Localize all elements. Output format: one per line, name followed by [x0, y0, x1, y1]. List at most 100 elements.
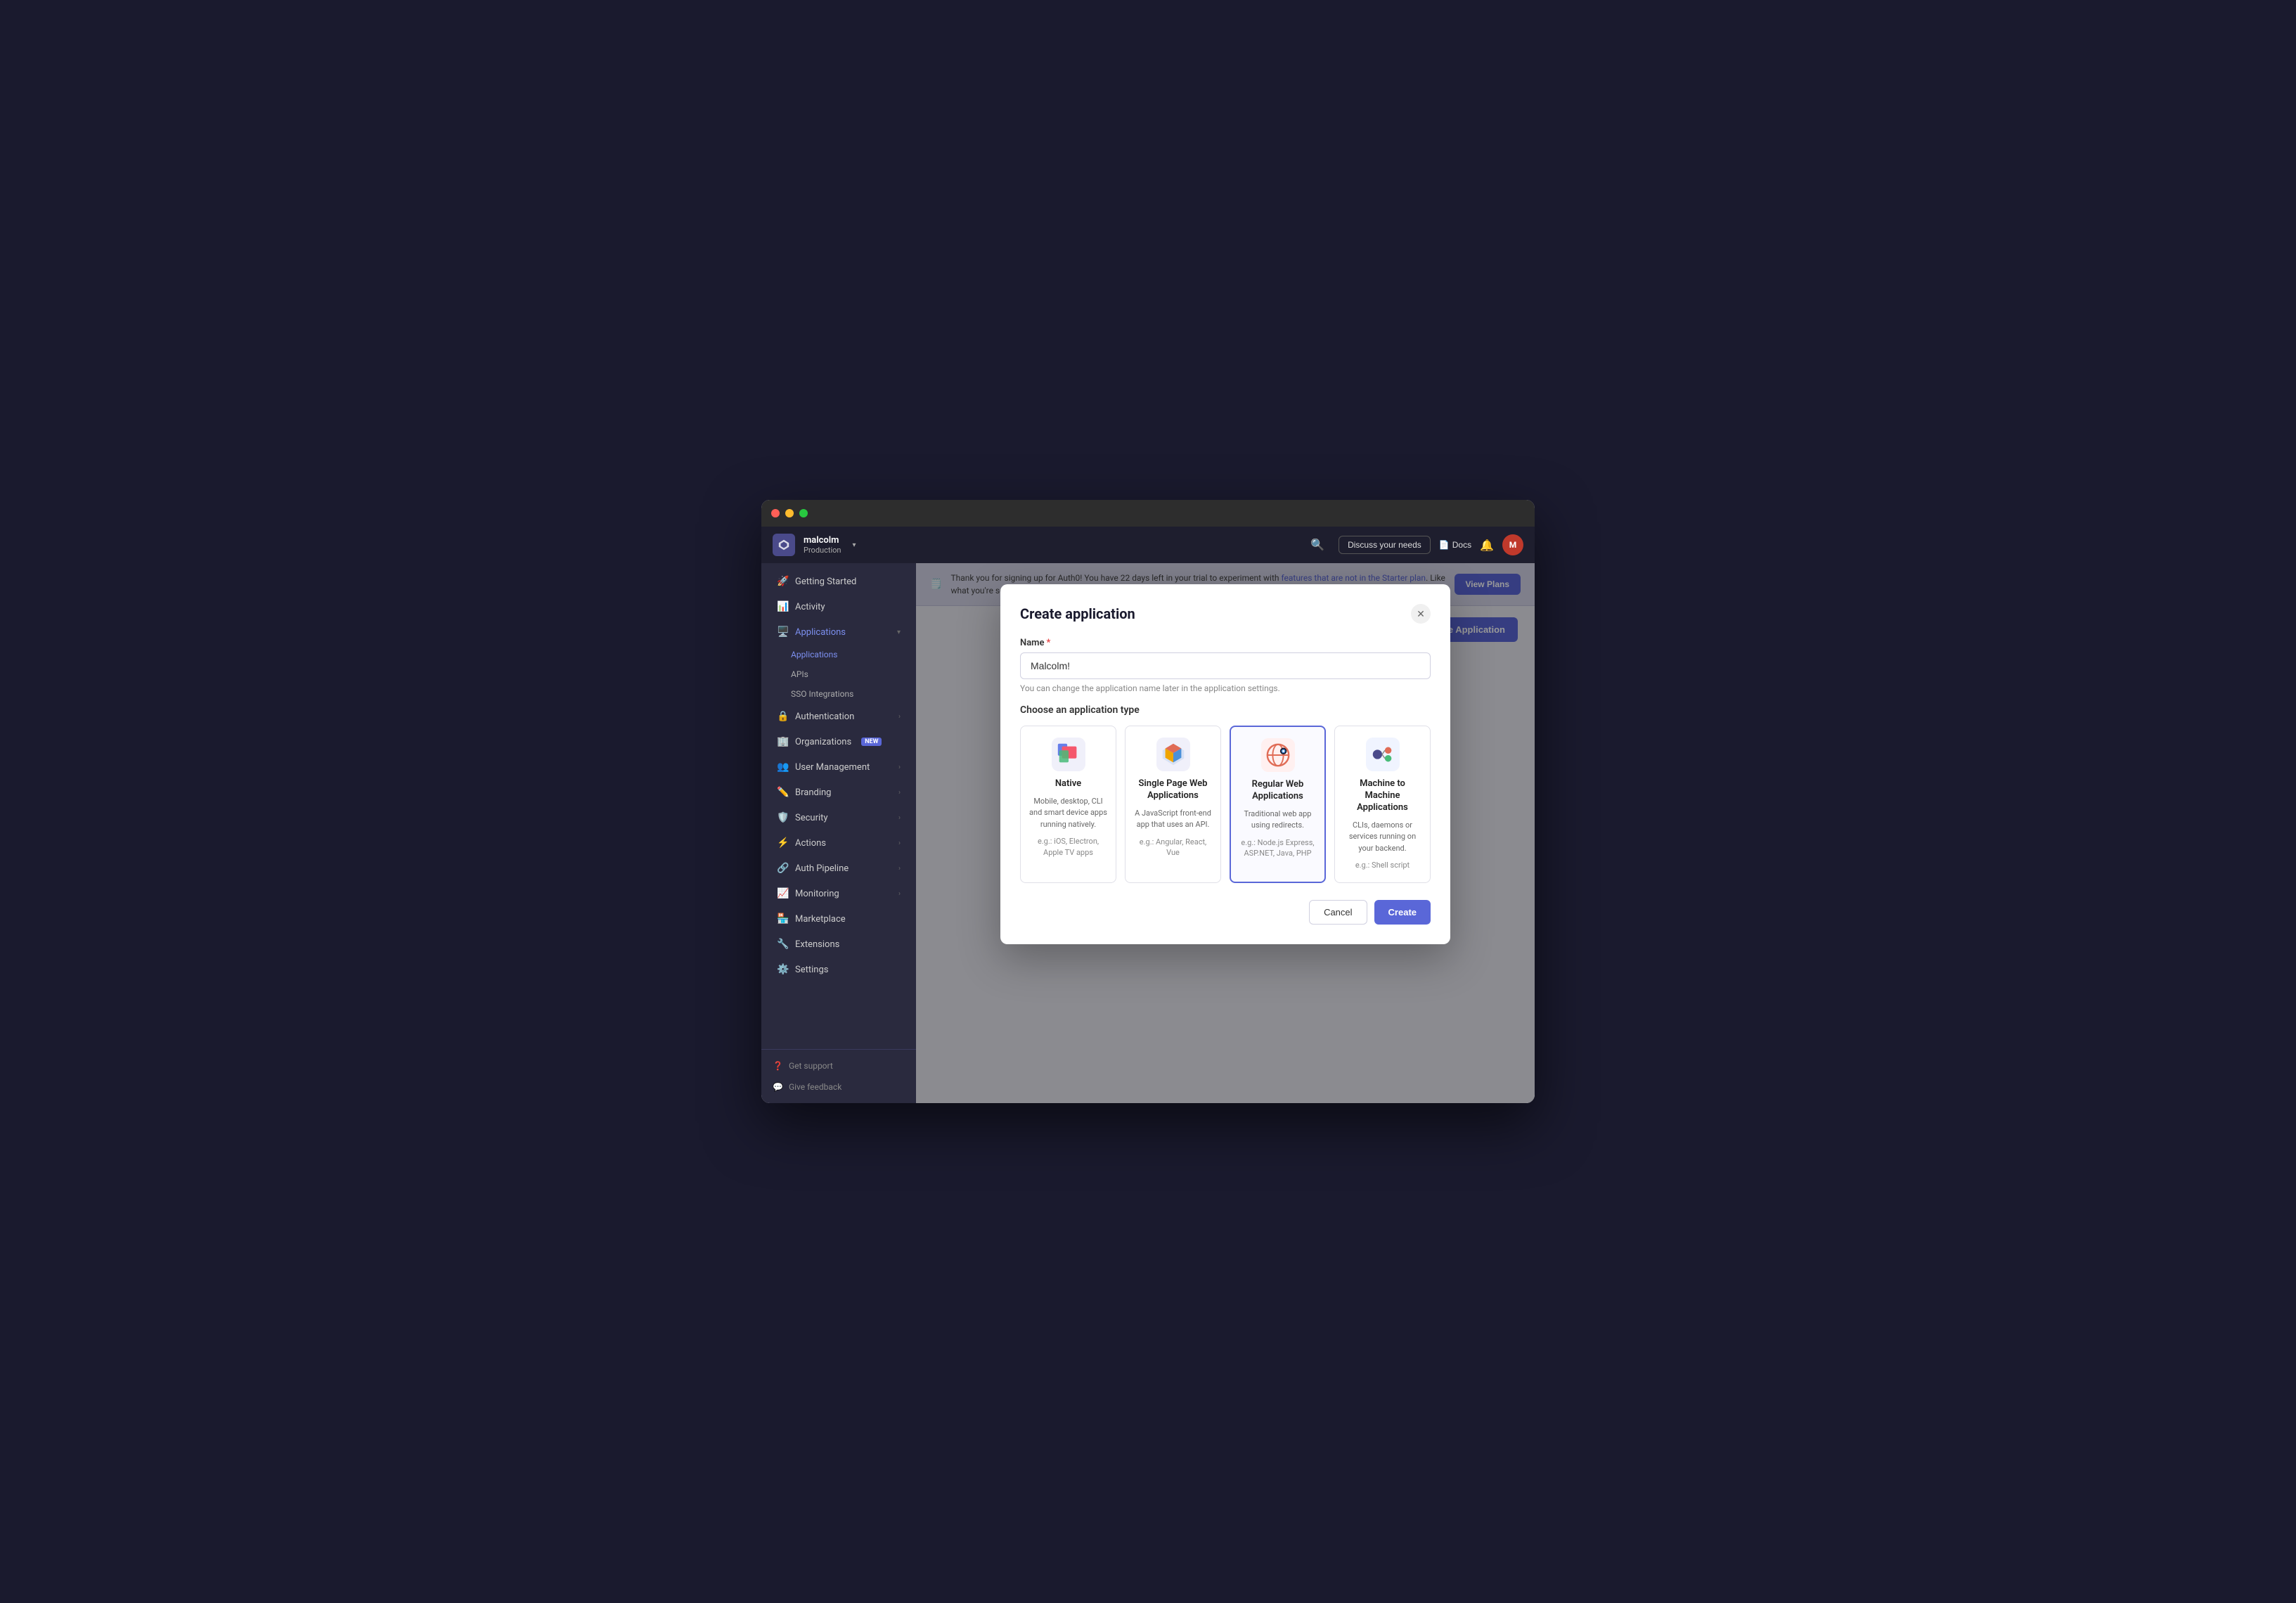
regular-web-example: e.g.: Node.js Express, ASP.NET, Java, PH…	[1239, 837, 1316, 859]
nav-chevron-icon[interactable]: ▾	[852, 541, 856, 549]
sidebar-item-applications[interactable]: 🖥️ Applications ▾	[766, 620, 912, 644]
required-star: *	[1046, 638, 1050, 648]
search-button[interactable]: 🔍	[1305, 535, 1330, 555]
branding-chevron-icon: ›	[898, 789, 901, 797]
applications-chevron-icon: ▾	[897, 629, 901, 636]
user-avatar[interactable]: M	[1502, 534, 1523, 555]
sidebar: 🚀 Getting Started 📊 Activity 🖥️ Applicat…	[761, 563, 916, 1103]
activity-icon: 📊	[777, 601, 788, 612]
app-name-input[interactable]	[1020, 652, 1431, 679]
sidebar-item-label-monitoring: Monitoring	[795, 889, 839, 899]
spa-icon-container	[1156, 738, 1190, 771]
native-icon-container	[1052, 738, 1085, 771]
content-area: 🗒️ Thank you for signing up for Auth0! Y…	[916, 563, 1535, 1103]
sidebar-item-security[interactable]: 🛡️ Security ›	[766, 806, 912, 830]
name-label: Name *	[1020, 638, 1431, 648]
sidebar-sub-sso[interactable]: SSO Integrations	[761, 684, 916, 704]
sidebar-item-label-applications: Applications	[795, 627, 846, 638]
organizations-badge: NEW	[861, 738, 882, 746]
modal-overlay[interactable]: Create application ✕ Name * You can chan…	[916, 563, 1535, 1103]
sidebar-item-actions[interactable]: ⚡ Actions ›	[766, 831, 912, 855]
branding-icon: ✏️	[777, 787, 788, 798]
get-support-icon: ❓	[773, 1061, 783, 1071]
monitoring-icon: 📈	[777, 888, 788, 899]
create-application-modal: Create application ✕ Name * You can chan…	[1000, 584, 1450, 944]
settings-icon: ⚙️	[777, 964, 788, 975]
mac-window: malcolm Production ▾ 🔍 Discuss your need…	[761, 500, 1535, 1103]
close-button[interactable]	[771, 509, 780, 517]
auth-pipeline-icon: 🔗	[777, 863, 788, 874]
user-management-chevron-icon: ›	[898, 764, 901, 771]
get-support-item[interactable]: ❓ Get support	[761, 1055, 916, 1076]
app-type-regular-web[interactable]: Regular Web Applications Traditional web…	[1230, 726, 1326, 883]
sub-sso-label: SSO Integrations	[791, 689, 853, 699]
user-management-icon: 👥	[777, 761, 788, 773]
sidebar-item-label-authentication: Authentication	[795, 712, 854, 722]
sidebar-sub-applications[interactable]: Applications	[761, 645, 916, 664]
title-bar	[761, 500, 1535, 527]
sidebar-item-extensions[interactable]: 🔧 Extensions	[766, 932, 912, 956]
app-type-label: Choose an application type	[1020, 704, 1431, 716]
sub-applications-label: Applications	[791, 650, 837, 659]
notification-bell-icon[interactable]: 🔔	[1480, 539, 1494, 552]
nav-brand: malcolm Production	[804, 535, 841, 555]
sidebar-item-monitoring[interactable]: 📈 Monitoring ›	[766, 882, 912, 906]
sidebar-item-getting-started[interactable]: 🚀 Getting Started	[766, 569, 912, 593]
sidebar-item-marketplace[interactable]: 🏪 Marketplace	[766, 907, 912, 931]
sidebar-item-label-extensions: Extensions	[795, 939, 839, 950]
sidebar-item-label-auth-pipeline: Auth Pipeline	[795, 863, 849, 874]
m2m-app-icon	[1369, 741, 1396, 768]
sidebar-item-label-getting-started: Getting Started	[795, 577, 856, 587]
native-app-icon	[1055, 741, 1082, 768]
spa-example: e.g.: Angular, React, Vue	[1134, 837, 1212, 858]
extensions-icon: 🔧	[777, 939, 788, 950]
nav-logo	[773, 534, 795, 556]
app-layout: malcolm Production ▾ 🔍 Discuss your need…	[761, 527, 1535, 1103]
sidebar-item-auth-pipeline[interactable]: 🔗 Auth Pipeline ›	[766, 856, 912, 880]
regular-web-icon-container	[1261, 738, 1295, 772]
give-feedback-icon: 💬	[773, 1082, 783, 1092]
security-icon: 🛡️	[777, 812, 788, 823]
modal-title: Create application	[1020, 605, 1135, 622]
sidebar-item-authentication[interactable]: 🔒 Authentication ›	[766, 704, 912, 728]
sidebar-item-label-marketplace: Marketplace	[795, 914, 846, 925]
spa-name: Single Page Web Applications	[1134, 778, 1212, 802]
sidebar-item-branding[interactable]: ✏️ Branding ›	[766, 780, 912, 804]
sidebar-sub-apis[interactable]: APIs	[761, 664, 916, 684]
nav-brand-env: Production	[804, 546, 841, 555]
sub-apis-label: APIs	[791, 669, 808, 679]
sidebar-item-settings[interactable]: ⚙️ Settings	[766, 958, 912, 981]
m2m-desc: CLIs, daemons or services running on you…	[1343, 820, 1421, 855]
sidebar-item-organizations[interactable]: 🏢 Organizations NEW	[766, 730, 912, 754]
sidebar-item-label-organizations: Organizations	[795, 737, 851, 747]
app-types-grid: Native Mobile, desktop, CLI and smart de…	[1020, 726, 1431, 883]
docs-label: Docs	[1452, 540, 1471, 550]
sidebar-item-label-settings: Settings	[795, 965, 828, 975]
organizations-icon: 🏢	[777, 736, 788, 747]
native-name: Native	[1029, 778, 1107, 790]
spa-app-icon	[1160, 741, 1187, 768]
docs-button[interactable]: 📄 Docs	[1439, 540, 1471, 550]
regular-web-app-icon	[1265, 742, 1291, 768]
discuss-button[interactable]: Discuss your needs	[1339, 536, 1431, 554]
fullscreen-button[interactable]	[799, 509, 808, 517]
sidebar-item-user-management[interactable]: 👥 User Management ›	[766, 755, 912, 779]
modal-close-button[interactable]: ✕	[1411, 604, 1431, 624]
app-type-native[interactable]: Native Mobile, desktop, CLI and smart de…	[1020, 726, 1116, 883]
nav-brand-name: malcolm	[804, 535, 841, 546]
app-type-spa[interactable]: Single Page Web Applications A JavaScrip…	[1125, 726, 1221, 883]
modal-footer: Cancel Create	[1020, 900, 1431, 925]
actions-chevron-icon: ›	[898, 839, 901, 847]
sidebar-item-activity[interactable]: 📊 Activity	[766, 595, 912, 619]
create-button[interactable]: Create	[1374, 900, 1431, 925]
cancel-button[interactable]: Cancel	[1309, 900, 1367, 925]
actions-icon: ⚡	[777, 837, 788, 849]
native-example: e.g.: iOS, Electron, Apple TV apps	[1029, 836, 1107, 858]
minimize-button[interactable]	[785, 509, 794, 517]
m2m-name: Machine to Machine Applications	[1343, 778, 1421, 814]
sidebar-item-label-branding: Branding	[795, 787, 831, 798]
regular-web-desc: Traditional web app using redirects.	[1239, 809, 1316, 832]
app-type-m2m[interactable]: Machine to Machine Applications CLIs, da…	[1334, 726, 1431, 883]
docs-icon: 📄	[1439, 540, 1450, 550]
give-feedback-item[interactable]: 💬 Give feedback	[761, 1076, 916, 1097]
